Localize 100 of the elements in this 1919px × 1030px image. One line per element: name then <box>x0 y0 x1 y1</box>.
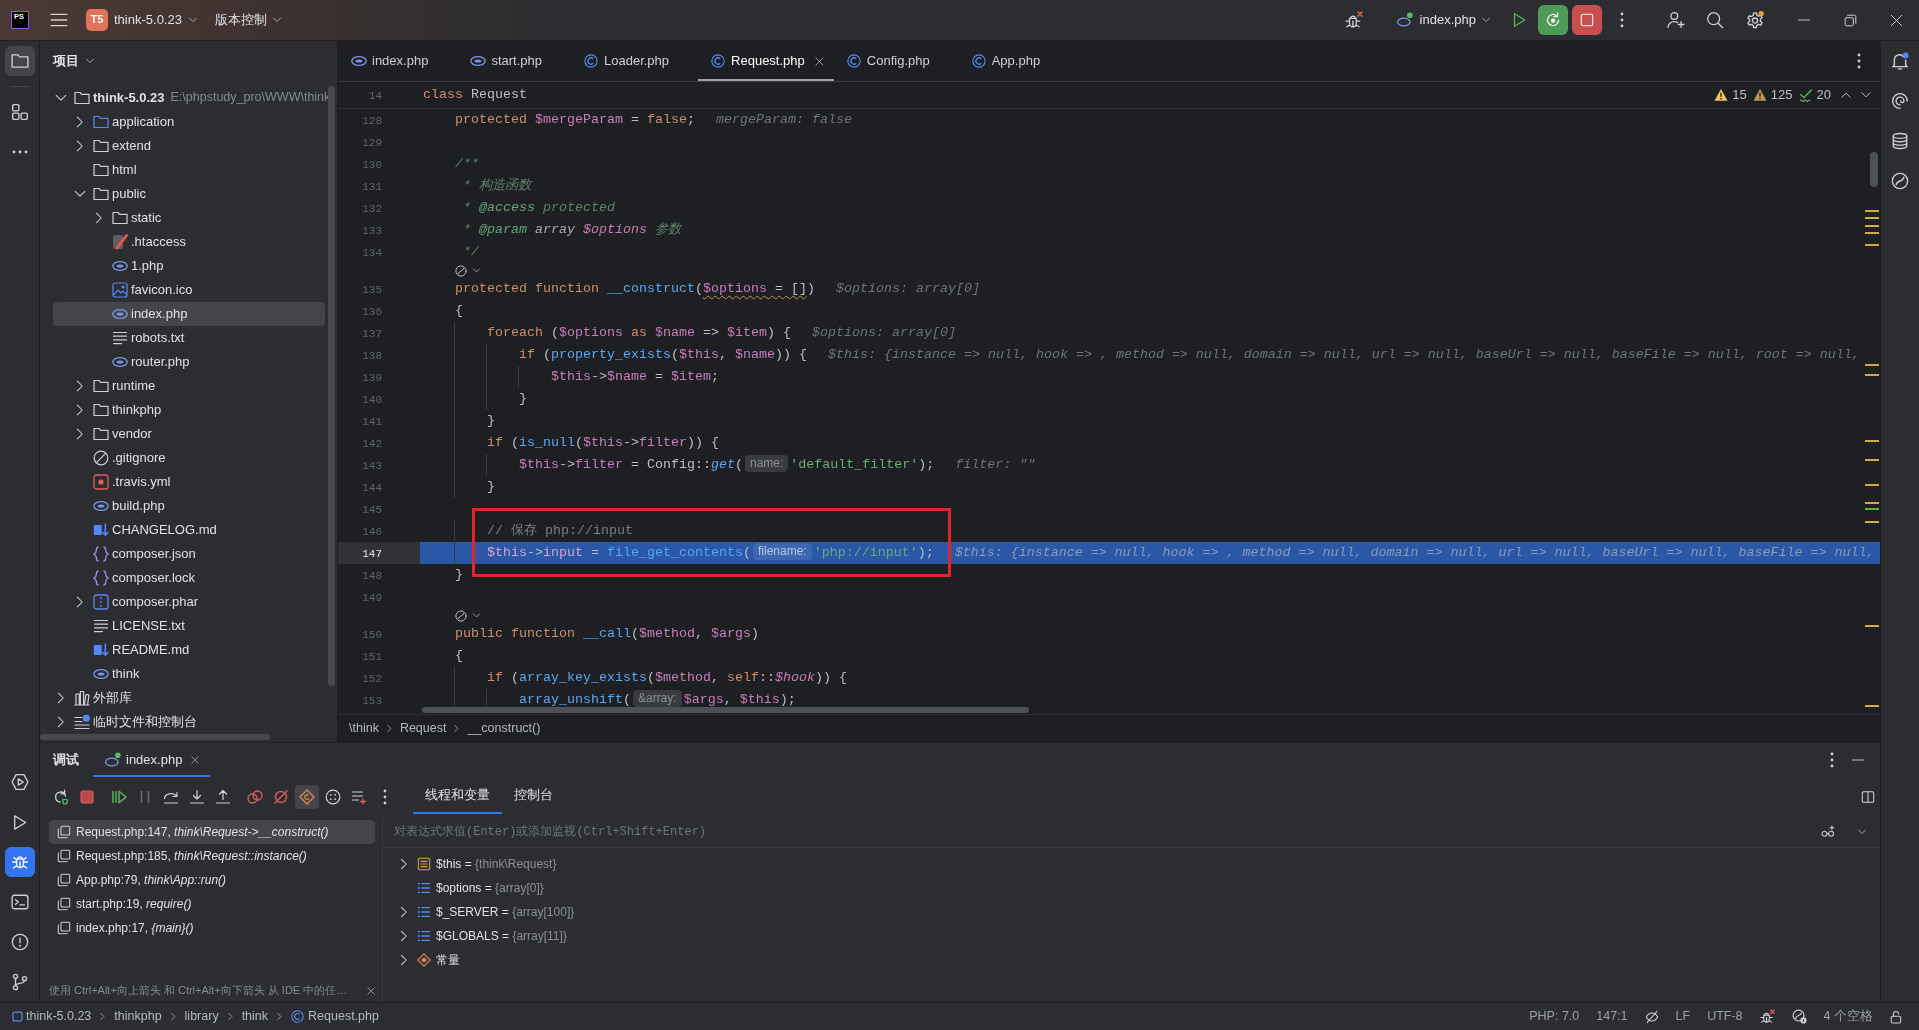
tree-item[interactable]: robots.txt <box>53 326 325 350</box>
more-icon[interactable] <box>1857 53 1861 69</box>
close-icon[interactable] <box>1889 13 1903 27</box>
indent-widget[interactable]: 4 个空格 <box>1823 1008 1873 1025</box>
stack-frame[interactable]: Request.php:147, think\Request->__construct() <box>49 820 375 844</box>
tree-item[interactable]: LICENSE.txt <box>53 614 325 638</box>
tree-item[interactable]: static <box>53 206 325 230</box>
path-segment[interactable]: think <box>241 1008 269 1025</box>
scrollbar-thumb[interactable] <box>422 707 1029 713</box>
lock-icon[interactable] <box>1890 1009 1902 1024</box>
editor-tab[interactable]: index.php <box>338 41 458 81</box>
line-separator-widget[interactable]: LF <box>1675 1008 1691 1025</box>
tree-item[interactable]: thinkphp <box>53 398 325 422</box>
code-line: * @access protected <box>463 199 615 217</box>
editor-tab[interactable]: Request.php <box>698 41 834 81</box>
search-icon[interactable] <box>1706 11 1724 29</box>
project-view-selector[interactable]: 项目 <box>53 52 95 70</box>
tree-item[interactable]: router.php <box>53 350 325 374</box>
close-icon[interactable] <box>191 756 200 764</box>
path-segment[interactable]: thinkphp <box>114 1008 162 1025</box>
stack-frame[interactable]: App.php:79, think\App::run() <box>49 868 375 892</box>
restore-icon[interactable] <box>1843 13 1857 27</box>
tree-item[interactable]: think <box>53 662 325 686</box>
line-number: 128 <box>362 115 382 127</box>
editor-tab[interactable]: App.php <box>958 41 1070 81</box>
swirl-badge-icon[interactable] <box>1791 1009 1807 1024</box>
debug-button[interactable] <box>1538 5 1568 35</box>
tree-item[interactable]: .gitignore <box>53 446 325 470</box>
scrollbar-thumb[interactable] <box>328 86 335 686</box>
swirl-circle-icon[interactable] <box>455 609 467 622</box>
bug-cross-icon[interactable] <box>1759 1009 1775 1024</box>
more-icon[interactable] <box>1620 12 1624 28</box>
variable-item[interactable]: $options = {array[0]} <box>383 876 544 900</box>
tree-item[interactable]: favicon.ico <box>53 278 325 302</box>
stack-frame[interactable]: start.php:19, require() <box>49 892 375 916</box>
debug-toolbar-button[interactable] <box>295 785 319 809</box>
breadcrumb-item[interactable]: Request <box>399 720 447 737</box>
tree-item[interactable]: 1.php <box>53 254 325 278</box>
weak-warnings-indicator[interactable]: 125 <box>1752 86 1793 104</box>
tree-item[interactable]: html <box>53 158 325 182</box>
tree-item[interactable]: composer.phar <box>53 590 325 614</box>
more-icon[interactable] <box>1830 752 1834 768</box>
breadcrumb-item[interactable]: \think <box>349 720 379 737</box>
tab[interactable]: 线程和变量 <box>413 777 502 814</box>
close-icon[interactable] <box>814 56 824 66</box>
settings-icon[interactable] <box>1746 11 1764 29</box>
editor-tab[interactable]: Config.php <box>833 41 959 81</box>
glasses-plus-icon[interactable] <box>1820 825 1836 839</box>
tree-item[interactable]: composer.json <box>53 542 325 566</box>
breadcrumb-item[interactable]: __construct() <box>467 720 541 737</box>
run-icon[interactable] <box>1511 12 1527 28</box>
tool-window-button[interactable] <box>4 46 35 76</box>
variable-item[interactable]: $_SERVER = {array[100]} <box>383 900 575 924</box>
project-selector[interactable]: T5 think-5.0.23 <box>86 9 198 31</box>
swirl-circle-icon[interactable] <box>455 264 467 277</box>
tree-item[interactable]: vendor <box>53 422 325 446</box>
eye-slash-icon[interactable] <box>1644 1009 1659 1024</box>
variable-item[interactable]: $GLOBALS = {array[11]} <box>383 924 567 948</box>
stack-frame[interactable]: index.php:17, {main}() <box>49 916 375 940</box>
path-segment[interactable]: think-5.0.23 <box>12 1008 92 1025</box>
tree-item[interactable]: composer.lock <box>53 566 325 590</box>
tree-item[interactable]: .htaccess <box>53 230 325 254</box>
scrollbar-thumb[interactable] <box>40 734 270 740</box>
caret-position-widget[interactable]: 147:1 <box>1596 1008 1628 1025</box>
tree-item[interactable]: README.md <box>53 638 325 662</box>
tool-window-button[interactable] <box>4 847 35 877</box>
tree-item[interactable]: index.php <box>53 302 325 326</box>
add-user-icon[interactable] <box>1667 11 1685 29</box>
php-version-widget[interactable]: PHP: 7.0 <box>1529 1008 1580 1025</box>
path-segment[interactable]: library <box>184 1008 219 1025</box>
bug-cross-icon[interactable] <box>1344 11 1363 29</box>
tree-item[interactable]: .travis.yml <box>53 470 325 494</box>
scrollbar-thumb[interactable] <box>1870 152 1878 187</box>
tree-item[interactable]: CHANGELOG.md <box>53 518 325 542</box>
editor-tab[interactable]: start.php <box>457 41 571 81</box>
stack-frame[interactable]: Request.php:185, think\Request::instance() <box>49 844 375 868</box>
warnings-indicator[interactable]: 15 <box>1714 86 1747 104</box>
evaluate-field[interactable]: 对表达式求值(Enter)或添加监视(Ctrl+Shift+Enter) <box>394 824 1820 840</box>
encoding-widget[interactable]: UTF-8 <box>1707 1008 1743 1025</box>
run-configuration[interactable]: index.php <box>1396 11 1491 29</box>
variable-item[interactable]: 常量 <box>383 948 460 972</box>
split-panel-icon[interactable] <box>1861 790 1875 804</box>
tree-item[interactable]: public <box>53 182 325 206</box>
path-segment[interactable]: Request.php <box>291 1008 379 1025</box>
typos-indicator[interactable]: 20 <box>1798 86 1831 104</box>
tree-item[interactable]: 临时文件和控制台 <box>53 710 325 734</box>
variable-item[interactable]: $this = {think\Request} <box>383 852 557 876</box>
tree-item[interactable]: application <box>53 110 325 134</box>
debug-session-tab[interactable]: index.php <box>93 743 211 777</box>
stop-button[interactable] <box>1572 5 1602 35</box>
vcs-menu[interactable]: 版本控制 <box>214 11 282 29</box>
tab[interactable]: 控制台 <box>502 777 565 814</box>
editor-tab[interactable]: Loader.php <box>571 41 699 81</box>
tree-item[interactable]: runtime <box>53 374 325 398</box>
hexagon-play-icon <box>10 773 29 791</box>
tree-item[interactable]: extend <box>53 134 325 158</box>
tree-item[interactable]: 外部库 <box>53 686 325 710</box>
tree-item[interactable]: build.php <box>53 494 325 518</box>
menu-icon[interactable] <box>50 11 68 29</box>
close-icon[interactable] <box>367 987 375 995</box>
